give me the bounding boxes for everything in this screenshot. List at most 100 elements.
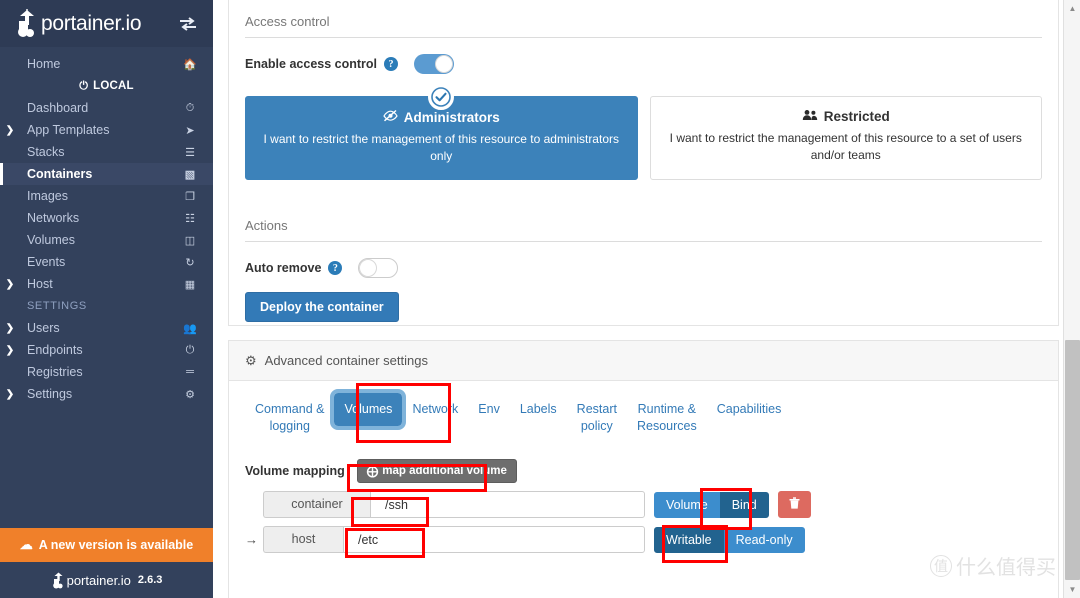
host-path-input[interactable] <box>343 526 645 553</box>
volume-type-button-group: Volume Bind <box>654 492 769 518</box>
auto-remove-label: Auto remove ? <box>245 261 342 275</box>
auto-remove-toggle[interactable] <box>358 258 398 278</box>
users-icon: 👥 <box>181 322 199 335</box>
sidebar-item-app-templates[interactable]: ❯ App Templates ➤ <box>0 119 213 141</box>
sidebar-item-label: App Templates <box>20 123 181 137</box>
sidebar-item-label: Containers <box>20 167 181 181</box>
sidebar-item-registries[interactable]: Registries ═ <box>0 361 213 383</box>
container-path-input[interactable] <box>370 491 645 518</box>
scroll-up-arrow-icon[interactable]: ▲ <box>1064 0 1080 17</box>
chevron-right-icon[interactable]: ❯ <box>0 279 20 290</box>
tab-env[interactable]: Env <box>468 393 510 426</box>
portainer-logo-icon <box>51 572 66 589</box>
volume-row-container: container Volume Bind <box>229 491 1058 518</box>
sidebar-item-volumes[interactable]: Volumes ◫ <box>0 229 213 251</box>
sidebar-item-users[interactable]: ❯ Users 👥 <box>0 317 213 339</box>
sidebar: portainer.io Home 🏠 ⏻ LOCAL <box>0 0 213 598</box>
portainer-logo-icon <box>14 9 40 39</box>
volume-mapping-label: Volume mapping <box>245 464 345 478</box>
tab-network[interactable]: Network <box>402 393 468 426</box>
sidebar-item-events[interactable]: Events ↻ <box>0 251 213 273</box>
toggle-knob <box>359 259 377 277</box>
map-additional-volume-button[interactable]: ⨁ map additional volume <box>357 459 517 483</box>
advanced-settings-card: ⚙ Advanced container settings Command & … <box>228 340 1059 598</box>
chevron-right-icon[interactable]: ❯ <box>0 345 20 356</box>
volume-mapping-row: Volume mapping ⨁ map additional volume <box>229 459 1058 483</box>
sidebar-item-label: Stacks <box>20 145 181 159</box>
tab-labels[interactable]: Labels <box>510 393 567 426</box>
cloud-download-icon: ☁ <box>20 537 33 553</box>
sidebar-item-endpoints[interactable]: ❯ Endpoints ⏻ <box>0 339 213 361</box>
volume-access-button-group: Writable Read-only <box>654 527 805 553</box>
dashboard-icon: ⏱ <box>181 102 199 115</box>
access-option-title: Restricted <box>665 109 1028 124</box>
rocket-icon: ➤ <box>181 124 199 137</box>
tab-volumes[interactable]: Volumes <box>334 393 402 426</box>
arrow-right-icon: → <box>245 532 263 547</box>
sidebar-item-label: Host <box>20 277 181 291</box>
advanced-settings-header: ⚙ Advanced container settings <box>229 341 1058 381</box>
sidebar-item-label: Dashboard <box>20 101 181 115</box>
toggle-knob <box>435 55 453 73</box>
access-control-card: Access control Enable access control ? <box>228 0 1059 326</box>
scroll-down-arrow-icon[interactable]: ▼ <box>1064 581 1080 598</box>
sidebar-item-containers[interactable]: Containers ▧ <box>0 163 213 185</box>
footer-brand: portainer.io <box>67 573 131 588</box>
access-option-description: I want to restrict the management of thi… <box>260 131 623 165</box>
footer-version: 2.6.3 <box>138 574 162 586</box>
deploy-button-wrap: Deploy the container <box>245 292 1042 322</box>
sidebar-item-home[interactable]: Home 🏠 <box>0 53 213 75</box>
container-path-prefix: container <box>263 491 370 518</box>
enable-access-control-toggle[interactable] <box>414 54 454 74</box>
chevron-right-icon[interactable]: ❯ <box>0 125 20 136</box>
sidebar-settings-heading: SETTINGS <box>0 295 213 317</box>
tab-runtime-resources[interactable]: Runtime & Resources <box>627 393 707 443</box>
access-control-title: Access control <box>245 0 1042 38</box>
sidebar-item-images[interactable]: Images ❐ <box>0 185 213 207</box>
tab-command-logging[interactable]: Command & logging <box>245 393 334 443</box>
deploy-container-button[interactable]: Deploy the container <box>245 292 399 322</box>
tab-restart-policy[interactable]: Restart policy <box>567 393 627 443</box>
sidebar-item-label: Events <box>20 255 181 269</box>
containers-icon: ▧ <box>181 168 199 181</box>
question-icon[interactable]: ? <box>328 261 342 275</box>
access-option-administrators[interactable]: Administrators I want to restrict the ma… <box>245 96 638 180</box>
main-content: Access control Enable access control ? <box>213 0 1080 598</box>
sidebar-item-settings[interactable]: ❯ Settings ⚙ <box>0 383 213 405</box>
volume-access-writable-button[interactable]: Writable <box>654 527 724 553</box>
volume-access-readonly-button[interactable]: Read-only <box>724 527 805 553</box>
access-option-description: I want to restrict the management of thi… <box>665 130 1028 164</box>
actions-title: Actions <box>245 202 1042 242</box>
sidebar-item-stacks[interactable]: Stacks ☰ <box>0 141 213 163</box>
enable-access-control-row: Enable access control ? <box>245 54 1042 74</box>
database-icon: ═ <box>181 366 199 378</box>
sidebar-item-dashboard[interactable]: Dashboard ⏱ <box>0 97 213 119</box>
sidebar-item-label: Endpoints <box>20 343 181 357</box>
sidebar-item-host[interactable]: ❯ Host ▦ <box>0 273 213 295</box>
volumes-icon: ◫ <box>181 234 199 247</box>
question-icon[interactable]: ? <box>384 57 398 71</box>
remove-volume-button[interactable] <box>778 491 811 518</box>
sidebar-footer: portainer.io 2.6.3 <box>0 562 213 598</box>
volume-type-bind-button[interactable]: Bind <box>720 492 769 518</box>
chevron-right-icon[interactable]: ❯ <box>0 323 20 334</box>
vertical-scrollbar[interactable]: ▲ ▼ <box>1063 0 1080 598</box>
volume-type-volume-button[interactable]: Volume <box>654 492 720 518</box>
tab-capabilities[interactable]: Capabilities <box>707 393 792 426</box>
new-version-label: A new version is available <box>39 538 193 552</box>
chevron-right-icon[interactable]: ❯ <box>0 389 20 400</box>
sidebar-item-networks[interactable]: Networks ☷ <box>0 207 213 229</box>
sidebar-nav: Home 🏠 ⏻ LOCAL Dashboard ⏱ ❯ App Templat… <box>0 47 213 405</box>
new-version-banner[interactable]: ☁ A new version is available <box>0 528 213 562</box>
enable-access-control-label: Enable access control ? <box>245 57 398 71</box>
volume-row-host: → host Writable Read-only <box>229 526 1058 553</box>
home-icon: 🏠 <box>181 58 199 71</box>
grid-icon: ▦ <box>181 278 199 291</box>
access-option-restricted[interactable]: Restricted I want to restrict the manage… <box>650 96 1043 180</box>
scrollbar-thumb[interactable] <box>1065 340 1080 580</box>
sidebar-item-label: Settings <box>20 387 181 401</box>
app-root: portainer.io Home 🏠 ⏻ LOCAL <box>0 0 1080 598</box>
plus-circle-icon: ⨁ <box>367 464 379 478</box>
list-icon: ☰ <box>181 146 199 159</box>
exchange-icon[interactable] <box>179 16 197 32</box>
